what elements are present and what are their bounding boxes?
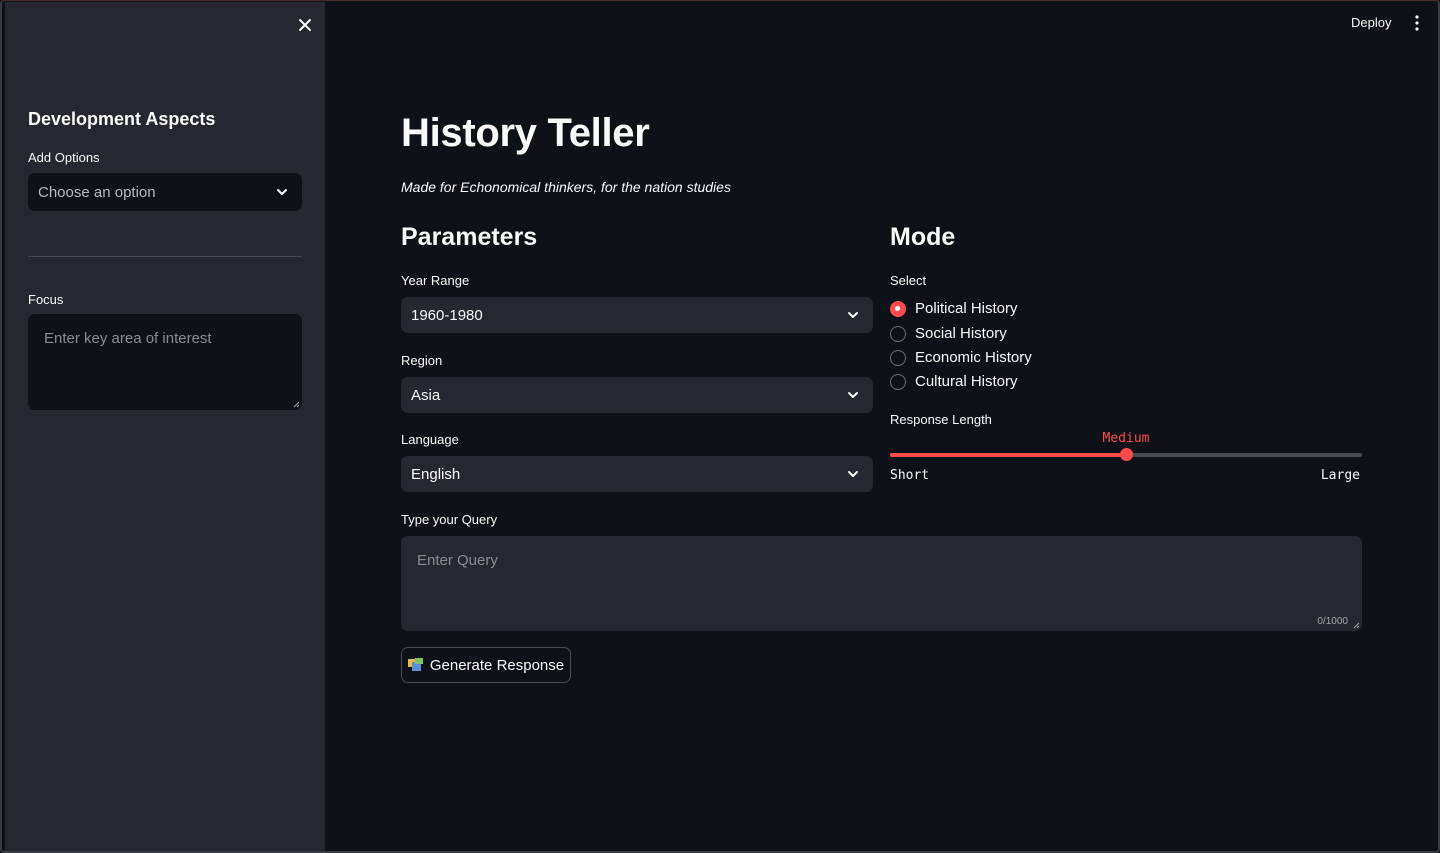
generate-button-label: Generate Response: [429, 656, 565, 674]
focus-placeholder: Enter key area of interest: [44, 330, 212, 347]
language-value: English: [411, 465, 461, 483]
generate-icon: [407, 658, 423, 671]
language-select[interactable]: English: [401, 456, 873, 492]
chevron-down-icon: [848, 312, 858, 318]
sidebar: Development Aspects Add Options Choose a…: [5, 2, 325, 851]
close-icon: [299, 19, 311, 31]
mode-select-label: Select: [890, 273, 927, 288]
deploy-button[interactable]: Deploy: [1351, 15, 1391, 30]
focus-label: Focus: [28, 292, 64, 307]
slider-max-label: Large: [1320, 468, 1360, 483]
sidebar-title: Development Aspects: [28, 109, 216, 129]
char-counter: 0/1000: [1317, 616, 1348, 627]
radio-unselected-icon: [890, 349, 906, 366]
focus-textarea[interactable]: Enter key area of interest: [28, 314, 302, 410]
year-range-select[interactable]: 1960-1980: [401, 297, 873, 333]
query-label: Type your Query: [401, 512, 498, 527]
resize-handle-icon[interactable]: [293, 401, 300, 408]
radio-political-history[interactable]: Political History: [890, 300, 1018, 317]
year-range-label: Year Range: [401, 273, 470, 288]
region-value: Asia: [411, 386, 441, 404]
chevron-down-icon: [277, 189, 287, 195]
parameters-heading: Parameters: [401, 223, 538, 251]
page-title: History Teller: [401, 111, 650, 155]
radio-cultural-history[interactable]: Cultural History: [890, 373, 1018, 390]
radio-economic-history[interactable]: Economic History: [890, 349, 1032, 366]
generate-response-button[interactable]: Generate Response: [401, 647, 571, 683]
chevron-down-icon: [848, 392, 858, 398]
radio-label: Cultural History: [915, 373, 1018, 390]
add-options-label: Add Options: [28, 150, 100, 165]
language-label: Language: [401, 432, 459, 447]
main-menu-icon[interactable]: [1410, 13, 1424, 33]
radio-selected-icon: [890, 300, 906, 317]
sidebar-divider: [28, 256, 302, 257]
query-placeholder: Enter Query: [417, 552, 498, 569]
slider-min-label: Short: [890, 468, 930, 483]
radio-unselected-icon: [890, 373, 906, 390]
chevron-down-icon: [848, 471, 858, 477]
slider-fill: [890, 453, 1126, 457]
add-options-placeholder: Choose an option: [38, 183, 156, 201]
query-textarea[interactable]: Enter Query 0/1000: [401, 536, 1362, 631]
close-sidebar-button[interactable]: [294, 14, 316, 36]
region-label: Region: [401, 353, 443, 368]
slider-thumb[interactable]: [1120, 448, 1133, 461]
app-window: Development Aspects Add Options Choose a…: [0, 0, 1440, 853]
mode-heading: Mode: [890, 223, 956, 251]
response-length-label: Response Length: [890, 412, 992, 427]
slider-value: Medium: [1102, 431, 1150, 446]
response-length-slider[interactable]: [890, 448, 1362, 461]
year-range-value: 1960-1980: [411, 306, 483, 324]
radio-unselected-icon: [890, 325, 906, 342]
radio-social-history[interactable]: Social History: [890, 325, 1007, 342]
page-subtitle: Made for Echonomical thinkers, for the n…: [401, 179, 731, 195]
add-options-select[interactable]: Choose an option: [28, 173, 302, 211]
region-select[interactable]: Asia: [401, 377, 873, 413]
radio-label: Social History: [915, 325, 1007, 342]
radio-label: Political History: [915, 300, 1018, 317]
resize-handle-icon[interactable]: [1353, 622, 1360, 629]
radio-label: Economic History: [915, 349, 1032, 366]
